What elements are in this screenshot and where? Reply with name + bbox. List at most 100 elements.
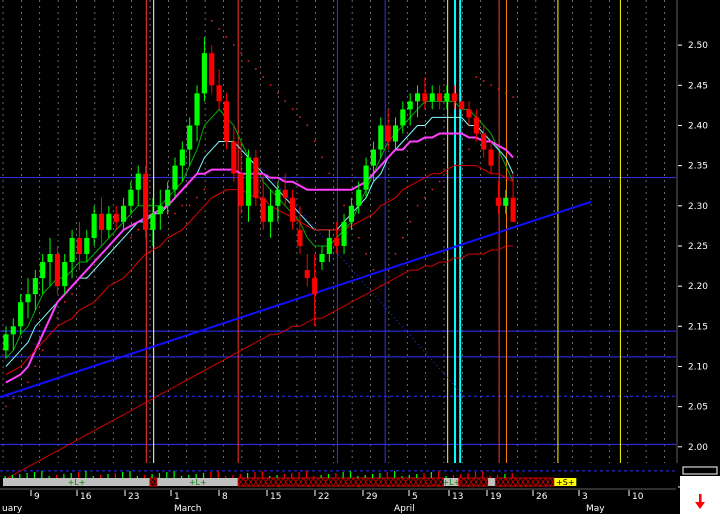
price-label: 2.40 — [688, 121, 708, 131]
volume-bar — [401, 476, 403, 478]
candle-body[interactable] — [106, 213, 112, 230]
volume-bar — [70, 473, 72, 478]
candle-body[interactable] — [414, 93, 421, 102]
volume-bar — [408, 475, 410, 478]
candle-body[interactable] — [172, 165, 178, 190]
psar-dot — [196, 196, 198, 199]
candle-body[interactable] — [91, 213, 97, 238]
candle-body[interactable] — [223, 101, 230, 142]
volume-bar — [335, 473, 337, 478]
candle-body[interactable] — [40, 262, 46, 279]
month-label: uary — [2, 504, 23, 514]
candle-body[interactable] — [297, 229, 303, 246]
candle-body[interactable] — [253, 157, 259, 198]
candle-body[interactable] — [459, 101, 465, 110]
psar-dot — [34, 365, 37, 367]
date-label: 13 — [452, 492, 463, 502]
candle-body[interactable] — [275, 189, 281, 206]
candle-body[interactable] — [120, 205, 127, 222]
candle-body[interactable] — [370, 149, 377, 166]
candle-body[interactable] — [165, 189, 171, 206]
candle-body[interactable] — [3, 334, 9, 351]
candle-body[interactable] — [216, 85, 222, 102]
candle-body[interactable] — [319, 254, 325, 263]
candle-body[interactable] — [282, 189, 288, 198]
candle-body[interactable] — [326, 237, 332, 254]
candle-body[interactable] — [495, 197, 501, 206]
price-chart[interactable]: +L++L++L++S+ 1.952.002.052.102.152.202.2… — [0, 0, 720, 514]
psar-dot — [328, 172, 331, 175]
candle-body[interactable] — [32, 278, 38, 295]
candle-body[interactable] — [341, 221, 347, 246]
psar-dot — [137, 228, 140, 231]
scroll-track[interactable] — [682, 466, 718, 475]
candle-body[interactable] — [231, 141, 237, 174]
candle-body[interactable] — [481, 133, 487, 150]
candle-body[interactable] — [437, 93, 443, 102]
candle-body[interactable] — [76, 237, 83, 254]
candle-body[interactable] — [400, 109, 406, 126]
candle-body[interactable] — [238, 173, 244, 206]
candle-body[interactable] — [187, 125, 193, 150]
psar-dot — [291, 108, 294, 110]
candle-body[interactable] — [113, 213, 119, 222]
candle-body[interactable] — [209, 53, 215, 86]
candle-body[interactable] — [69, 237, 75, 263]
candle-body[interactable] — [312, 278, 318, 295]
candle-body[interactable] — [47, 254, 53, 263]
candle-body[interactable] — [378, 125, 384, 150]
volume-bar — [313, 476, 315, 478]
candle-body[interactable] — [84, 237, 90, 254]
psar-dot — [358, 236, 360, 239]
candle-body[interactable] — [128, 189, 134, 206]
candle-body[interactable] — [18, 302, 24, 327]
candle-body[interactable] — [179, 149, 185, 166]
volume-bar — [489, 476, 491, 478]
candle-body[interactable] — [444, 93, 450, 102]
candle-body[interactable] — [10, 326, 16, 335]
volume-bar — [136, 476, 138, 478]
candle-body[interactable] — [62, 262, 68, 287]
candle-body[interactable] — [245, 157, 252, 206]
candle-body[interactable] — [356, 189, 362, 206]
psar-dot — [482, 80, 485, 82]
candle-body[interactable] — [348, 205, 354, 222]
psar-dot — [446, 172, 448, 175]
volume-bar — [11, 475, 14, 478]
candle-body[interactable] — [392, 125, 399, 142]
corner-controls[interactable] — [680, 466, 720, 514]
candle-body[interactable] — [194, 93, 200, 126]
candle-body[interactable] — [451, 93, 457, 102]
candle-body[interactable] — [143, 173, 149, 230]
candle-body[interactable] — [135, 173, 141, 190]
price-label: 2.50 — [688, 41, 708, 51]
candle-body[interactable] — [25, 294, 31, 303]
candle-body[interactable] — [267, 205, 274, 222]
candle-body[interactable] — [488, 149, 494, 166]
candle-body[interactable] — [201, 53, 207, 94]
volume-bar — [247, 473, 249, 478]
candle-body[interactable] — [150, 213, 156, 230]
candle-body[interactable] — [510, 197, 516, 222]
candle-body[interactable] — [407, 101, 413, 110]
volume-bar — [85, 471, 87, 478]
candle-body[interactable] — [157, 205, 163, 214]
candle-body[interactable] — [334, 237, 340, 246]
candle-body[interactable] — [54, 254, 60, 287]
candle-body[interactable] — [385, 125, 391, 142]
candle-body[interactable] — [304, 270, 310, 279]
psar-dot — [512, 96, 514, 98]
price-label: 2.05 — [688, 403, 708, 413]
candle-body[interactable] — [466, 109, 472, 118]
candle-body[interactable] — [363, 165, 369, 190]
chart-background — [0, 0, 720, 514]
price-label: 2.35 — [688, 162, 708, 172]
candle-body[interactable] — [429, 93, 435, 102]
candle-body[interactable] — [290, 197, 296, 222]
candle-body[interactable] — [98, 213, 105, 230]
signal-segment — [488, 478, 496, 486]
candle-body[interactable] — [473, 117, 479, 134]
candle-body[interactable] — [503, 197, 509, 206]
candle-body[interactable] — [260, 197, 266, 222]
candle-body[interactable] — [422, 93, 428, 102]
